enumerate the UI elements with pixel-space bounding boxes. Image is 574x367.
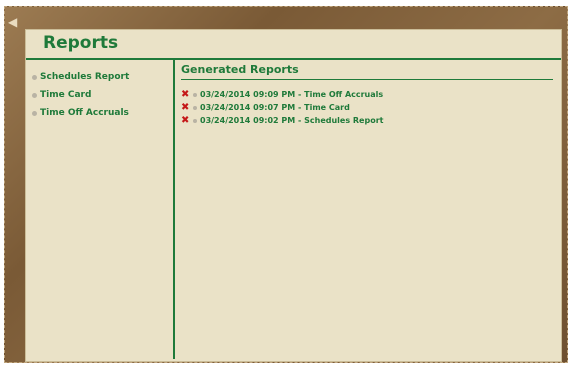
- report-row: ✖ 03/24/2014 09:02 PM - Schedules Report: [181, 114, 553, 127]
- column-divider: [173, 60, 175, 359]
- bullet-icon: [193, 118, 197, 123]
- report-link[interactable]: 03/24/2014 09:09 PM - Time Off Accruals: [200, 90, 383, 99]
- delete-icon[interactable]: ✖: [181, 116, 190, 126]
- bullet-icon: [32, 92, 37, 98]
- sidebar-item-label: Schedules Report: [40, 72, 130, 82]
- delete-icon[interactable]: ✖: [181, 90, 190, 100]
- sidebar-item-time-off-accruals[interactable]: Time Off Accruals: [32, 104, 168, 122]
- reports-panel: Reports Schedules Report Time Card Time …: [25, 29, 562, 362]
- bullet-icon: [32, 74, 37, 80]
- sidebar-item-label: Time Off Accruals: [40, 108, 129, 118]
- sidebar-item-time-card[interactable]: Time Card: [32, 86, 168, 104]
- report-row: ✖ 03/24/2014 09:07 PM - Time Card: [181, 101, 553, 114]
- title-bar: Reports: [26, 30, 561, 60]
- page-title: Reports: [43, 33, 119, 53]
- bullet-icon: [193, 105, 197, 110]
- sidebar-item-label: Time Card: [40, 90, 92, 100]
- report-link[interactable]: 03/24/2014 09:07 PM - Time Card: [200, 103, 350, 112]
- delete-icon[interactable]: ✖: [181, 103, 190, 113]
- bullet-icon: [32, 110, 37, 116]
- section-title: Generated Reports: [181, 63, 553, 80]
- sidebar: Schedules Report Time Card Time Off Accr…: [32, 68, 168, 122]
- bullet-icon: [193, 92, 197, 97]
- report-frame: ◀ Reports Schedules Report Time Card Tim…: [4, 6, 568, 363]
- back-arrow-icon[interactable]: ◀: [8, 15, 20, 29]
- report-link[interactable]: 03/24/2014 09:02 PM - Schedules Report: [200, 116, 383, 125]
- report-row: ✖ 03/24/2014 09:09 PM - Time Off Accrual…: [181, 88, 553, 101]
- generated-reports-section: Generated Reports ✖ 03/24/2014 09:09 PM …: [181, 63, 553, 127]
- sidebar-item-schedules-report[interactable]: Schedules Report: [32, 68, 168, 86]
